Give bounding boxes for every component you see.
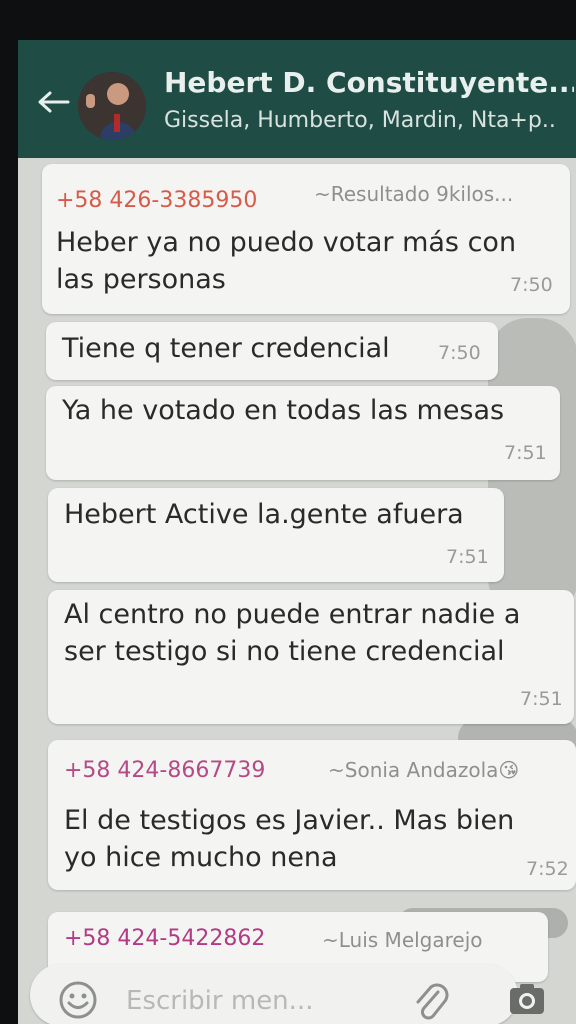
message-bubble[interactable]: +58 424-8667739 ~Sonia Andazola😘 El de t… xyxy=(48,740,576,890)
message-bubble[interactable]: Al centro no puede entrar nadie a ser te… xyxy=(48,590,574,724)
sender-phone[interactable]: +58 424-5422862 xyxy=(64,926,265,951)
person-photo-icon xyxy=(78,72,146,140)
message-text: El de testigos es Javier.. Mas bien yo h… xyxy=(64,805,515,873)
message-time: 7:51 xyxy=(504,442,547,464)
chat-participants[interactable]: Gissela, Humberto, Mardin, Nta+p.. xyxy=(164,108,574,133)
message-bubble[interactable]: Ya he votado en todas las mesas 7:51 xyxy=(46,386,560,480)
message-text: Tiene q tener credencial xyxy=(62,333,390,364)
sender-alias: ~Resultado 9kilos... xyxy=(314,182,514,206)
sender-alias: ~Luis Melgarejo xyxy=(322,928,483,952)
message-input[interactable]: Escribir men... xyxy=(126,986,313,1016)
camera-icon[interactable] xyxy=(508,982,546,1016)
message-time: 7:51 xyxy=(520,688,563,710)
message-bubble[interactable]: Tiene q tener credencial 7:50 xyxy=(46,322,498,380)
message-text: Hebert Active la.gente afuera xyxy=(64,499,464,530)
message-time: 7:51 xyxy=(446,546,489,568)
message-time: 7:52 xyxy=(526,858,569,880)
group-avatar[interactable] xyxy=(78,72,146,140)
sender-phone[interactable]: +58 424-8667739 xyxy=(64,758,265,783)
chat-header[interactable]: Hebert D. Constituyente... Gissela, Humb… xyxy=(18,40,576,158)
kiss-emoji: 😘 xyxy=(498,758,520,782)
message-text: Ya he votado en todas las mesas xyxy=(62,395,505,426)
message-text: Heber ya no puedo votar más con las pers… xyxy=(56,227,517,295)
message-bubble[interactable]: +58 426-3385950 ~Resultado 9kilos... Heb… xyxy=(42,164,570,314)
chat-title[interactable]: Hebert D. Constituyente... xyxy=(164,66,574,99)
phone-screen: Hebert D. Constituyente... Gissela, Humb… xyxy=(18,40,576,1024)
emoji-icon[interactable] xyxy=(58,980,98,1020)
paperclip-icon[interactable] xyxy=(410,978,450,1022)
message-time: 7:50 xyxy=(438,342,481,364)
message-bubble[interactable]: Hebert Active la.gente afuera 7:51 xyxy=(48,488,504,582)
arrow-left-icon[interactable] xyxy=(36,90,70,114)
message-text: Al centro no puede entrar nadie a ser te… xyxy=(64,599,521,667)
sender-alias: ~Sonia Andazola😘 xyxy=(328,758,520,782)
message-time: 7:50 xyxy=(510,274,553,296)
sender-phone[interactable]: +58 426-3385950 xyxy=(56,188,257,213)
